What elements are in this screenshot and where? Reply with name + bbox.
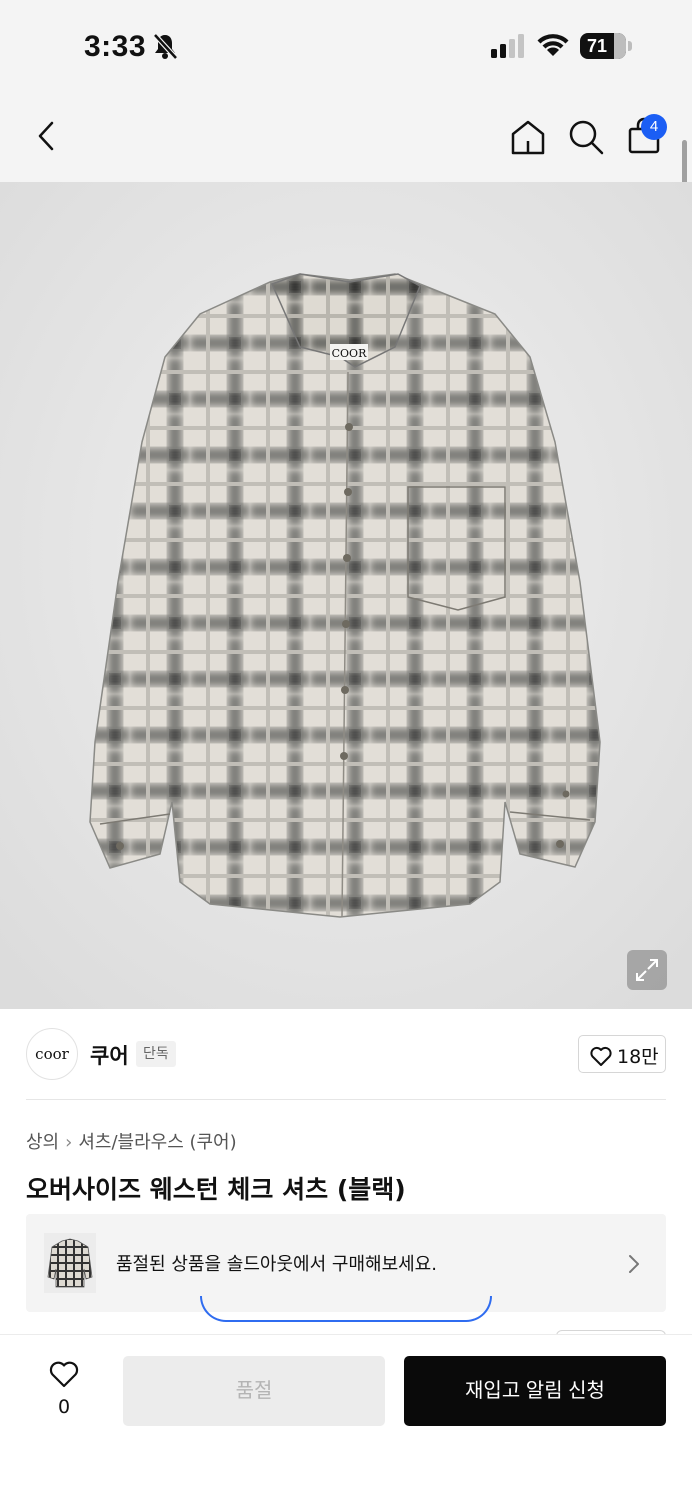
cellular-signal-icon [491, 34, 524, 58]
brand-name[interactable]: 쿠어 [90, 1040, 129, 1070]
battery-icon: 71 [580, 33, 626, 59]
back-arrow-icon[interactable] [30, 119, 60, 153]
product-thumbnail [44, 1233, 96, 1293]
brand-like-count: 18만 [617, 1046, 659, 1068]
heart-icon [49, 1361, 79, 1388]
top-navigation [0, 95, 692, 182]
chevron-right-icon: › [65, 1132, 73, 1153]
brand-like-button[interactable]: 18만 [578, 1035, 666, 1073]
brand-logo[interactable]: coor [26, 1028, 78, 1080]
status-time: 3:33 [84, 30, 147, 63]
collar-label: COOR [332, 347, 367, 360]
restock-alert-button[interactable]: 재입고 알림 신청 [404, 1356, 666, 1426]
soldout-banner-text: 품절된 상품을 솔드아웃에서 구매해보세요. [116, 1254, 437, 1275]
breadcrumb: 상의 › 셔츠/블라우스 (쿠어) [26, 1128, 237, 1154]
hidden-tab-indicator [200, 1296, 492, 1322]
status-bar: 3:33 71 [0, 0, 692, 95]
breadcrumb-category[interactable]: 상의 [26, 1132, 59, 1153]
chevron-right-icon [629, 1255, 639, 1273]
expand-image-button[interactable] [627, 950, 667, 990]
divider [26, 1099, 666, 1100]
product-image[interactable]: COOR [0, 182, 692, 1009]
expand-icon [636, 959, 658, 981]
bell-muted-icon [153, 33, 178, 60]
exclusive-badge: 단독 [136, 1041, 176, 1067]
battery-level: 71 [586, 36, 608, 56]
favorite-count: 0 [57, 1396, 71, 1418]
cart-count-badge: 4 [641, 114, 667, 140]
shirt-image: COOR [0, 182, 692, 1009]
breadcrumb-subcategory[interactable]: 셔츠/블라우스 (쿠어) [78, 1132, 236, 1153]
heart-icon [590, 1046, 612, 1066]
soldout-button: 품절 [123, 1356, 385, 1426]
search-icon[interactable] [566, 117, 606, 157]
home-icon[interactable] [508, 117, 548, 157]
wifi-icon [537, 34, 569, 56]
product-title: 오버사이즈 웨스턴 체크 셔츠 (블랙) [26, 1175, 406, 1204]
